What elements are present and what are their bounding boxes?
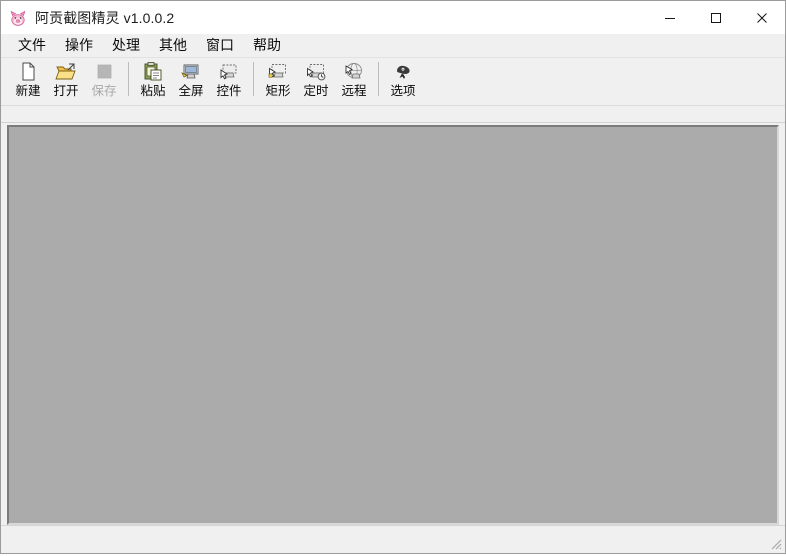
menu-operation[interactable]: 操作 <box>58 36 100 55</box>
toolbar-label-control: 控件 <box>216 84 242 98</box>
options-icon <box>392 61 414 82</box>
fullscreen-capture-icon <box>180 61 202 82</box>
control-capture-icon <box>218 61 240 82</box>
toolbar-label-remote: 远程 <box>341 84 367 98</box>
toolbar-label-save: 保存 <box>91 84 117 98</box>
toolbar-separator-1 <box>128 62 129 96</box>
maximize-button[interactable] <box>693 1 739 34</box>
menu-window[interactable]: 窗口 <box>199 36 241 55</box>
new-document-icon <box>17 61 39 82</box>
toolbar-button-remote[interactable]: 远程 <box>335 58 373 103</box>
window-title: 阿贡截图精灵 v1.0.0.2 <box>35 9 175 26</box>
toolbar-label-options: 选项 <box>390 84 416 98</box>
toolbar: 新建 打开 保存 粘贴 全屏 控件 矩形 定时 远程 选项 <box>1 57 785 105</box>
application-window: 阿贡截图精灵 v1.0.0.2 文件 操作 处理 其他 窗口 帮助 新建 打开 … <box>0 0 786 554</box>
toolbar-button-new[interactable]: 新建 <box>9 58 47 103</box>
toolbar-label-new: 新建 <box>15 84 41 98</box>
menu-help[interactable]: 帮助 <box>246 36 288 55</box>
save-icon <box>93 61 115 82</box>
image-canvas[interactable] <box>7 125 779 525</box>
remote-capture-icon <box>343 61 365 82</box>
canvas-area <box>1 123 785 525</box>
minimize-button[interactable] <box>647 1 693 34</box>
window-controls <box>647 1 785 34</box>
toolbar-label-timed: 定时 <box>303 84 329 98</box>
menu-file[interactable]: 文件 <box>11 36 53 55</box>
timed-capture-icon <box>305 61 327 82</box>
paste-clipboard-icon <box>142 61 164 82</box>
toolbar-button-options[interactable]: 选项 <box>384 58 422 103</box>
toolbar-button-fullscreen[interactable]: 全屏 <box>172 58 210 103</box>
menu-process[interactable]: 处理 <box>105 36 147 55</box>
toolbar-label-paste: 粘贴 <box>140 84 166 98</box>
toolbar-separator-3 <box>378 62 379 96</box>
rectangle-capture-icon <box>267 61 289 82</box>
toolbar-label-fullscreen: 全屏 <box>178 84 204 98</box>
toolbar-label-open: 打开 <box>53 84 79 98</box>
toolbar-label-rectangle: 矩形 <box>265 84 291 98</box>
toolbar-button-open[interactable]: 打开 <box>47 58 85 103</box>
toolbar-separator-2 <box>253 62 254 96</box>
resize-grip-icon[interactable] <box>767 535 783 551</box>
title-bar[interactable]: 阿贡截图精灵 v1.0.0.2 <box>1 1 785 34</box>
close-button[interactable] <box>739 1 785 34</box>
status-bar <box>1 525 785 553</box>
toolbar-button-rectangle[interactable]: 矩形 <box>259 58 297 103</box>
toolbar-button-control[interactable]: 控件 <box>210 58 248 103</box>
toolbar-button-save: 保存 <box>85 58 123 103</box>
menu-other[interactable]: 其他 <box>152 36 194 55</box>
menu-bar: 文件 操作 处理 其他 窗口 帮助 <box>1 34 785 57</box>
open-folder-icon <box>55 61 77 82</box>
pig-mascot-icon[interactable] <box>8 7 28 28</box>
toolbar-button-paste[interactable]: 粘贴 <box>134 58 172 103</box>
toolbar-button-timed[interactable]: 定时 <box>297 58 335 103</box>
secondary-toolbar-band <box>1 105 785 123</box>
